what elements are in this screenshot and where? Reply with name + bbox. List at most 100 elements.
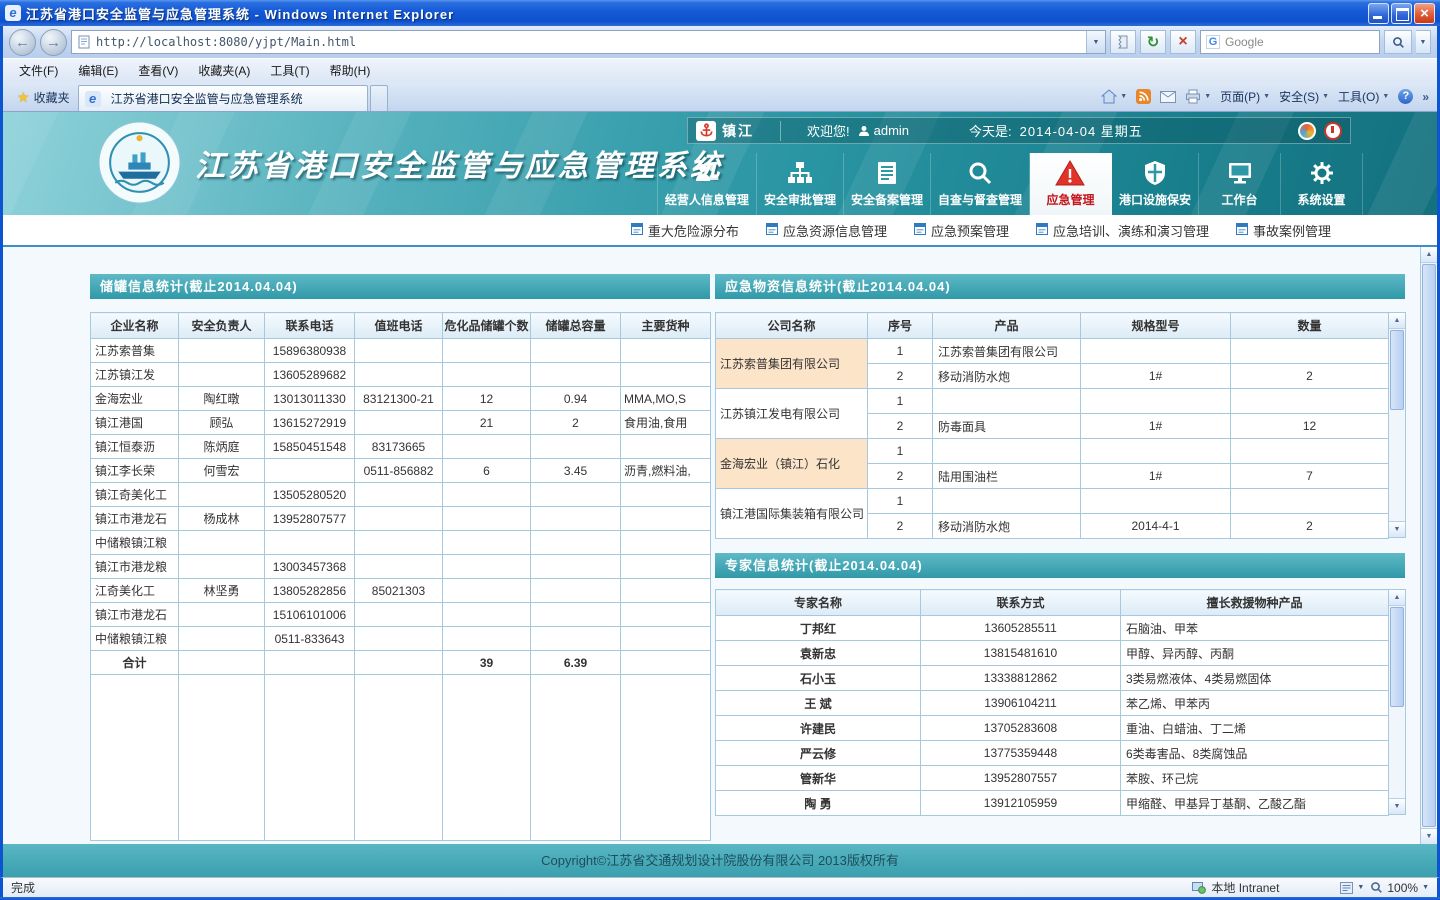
column-header: 擅长救援物种产品 [1121,590,1389,616]
shield-icon [1143,159,1167,186]
table-row: 镇江市港龙粮13003457368 [91,555,711,579]
subnav-item[interactable]: 重大危险源分布 [631,221,739,240]
tools-menu-button[interactable]: 工具(O)▼ [1338,88,1389,105]
subnav-item[interactable]: 应急培训、演练和演习管理 [1036,221,1209,240]
page-options[interactable]: ▼ [1340,882,1364,894]
column-header: 序号 [868,313,933,339]
scroll-down-button[interactable]: ▼ [1389,798,1405,814]
help-button[interactable]: ? [1398,89,1413,104]
maximize-button[interactable] [1391,3,1412,24]
cell: 13906104211 [921,691,1121,716]
cell: 许建民 [716,716,921,741]
nav-item[interactable]: 自查与督查管理 [931,153,1030,215]
table-row: 袁新忠13815481610甲醇、异丙醇、丙酮 [716,641,1389,666]
today-label: 今天是: [969,121,1012,140]
scrollbar-thumb[interactable] [1422,264,1436,827]
experts-table: 专家名称联系方式擅长救援物种产品丁邦红13605285511石脑油、甲苯袁新忠1… [715,589,1389,816]
subnav-item[interactable]: 应急预案管理 [914,221,1009,240]
cell: 王 斌 [716,691,921,716]
experts-scrollbar[interactable]: ▲ ▼ [1389,589,1406,815]
page-tab[interactable]: e 江苏省港口安全监管与应急管理系统 [78,85,368,111]
cell [443,483,531,507]
warning-icon [1055,159,1085,186]
subnav-item[interactable]: 应急资源信息管理 [766,221,887,240]
scroll-up-button[interactable]: ▲ [1421,247,1437,263]
status-bar: 完成 本地 Intranet ▼ 100% ▼ [0,877,1440,897]
search-input[interactable]: Google [1225,35,1374,49]
monitor-icon [1227,159,1253,186]
address-bar-row: ← → http://localhost:8080/yjpt/Main.html… [3,26,1437,58]
cell [265,651,355,675]
address-dropdown-button[interactable]: ▼ [1086,31,1105,53]
menu-item[interactable]: 工具(T) [260,59,319,83]
nav-item[interactable]: 工作台 [1199,153,1281,215]
home-shortcut-icon[interactable] [1298,122,1316,140]
nav-item[interactable]: 安全审批管理 [757,153,844,215]
page-menu-button[interactable]: 页面(P)▼ [1220,88,1270,105]
cell [179,651,265,675]
favorites-button[interactable]: ★ 收藏夹 [9,85,78,109]
search-box[interactable]: G Google [1200,30,1380,54]
search-dropdown-button[interactable]: ▼ [1416,30,1431,54]
column-header: 储罐总容量 [531,313,621,339]
safety-menu-button[interactable]: 安全(S)▼ [1279,88,1329,105]
table-row: 许建民13705283608重油、白蜡油、丁二烯 [716,716,1389,741]
status-text: 完成 [11,879,1186,896]
scroll-down-button[interactable]: ▼ [1389,521,1405,537]
print-button[interactable]: ▼ [1185,89,1211,104]
cell: 防毒面具 [933,414,1081,439]
cell: 0511-833643 [265,627,355,651]
cell: 6.39 [531,651,621,675]
main-scrollbar[interactable]: ▲ ▼ [1420,247,1437,844]
zoom-level: 100% [1387,881,1418,895]
cell [1231,489,1389,514]
minimize-button[interactable] [1368,3,1389,24]
cell [621,675,711,841]
cell: 石小玉 [716,666,921,691]
nav-item[interactable]: 经营人信息管理 [657,153,757,215]
cell: 13338812862 [921,666,1121,691]
close-button[interactable] [1414,3,1435,24]
address-bar[interactable]: http://localhost:8080/yjpt/Main.html ▼ [71,30,1106,54]
zoom-control[interactable]: 100% ▼ [1370,881,1429,895]
menu-item[interactable]: 文件(F) [9,59,68,83]
scrollbar-thumb[interactable] [1390,607,1404,707]
window-icon [914,223,926,238]
city-label: 镇江 [722,121,781,141]
search-button[interactable] [1384,30,1412,54]
tab-favicon: e [85,91,101,107]
stop-button[interactable]: × [1170,30,1196,54]
cell [179,363,265,387]
supplies-scrollbar[interactable]: ▲ ▼ [1389,312,1406,538]
home-button[interactable]: ▼ [1101,89,1127,104]
mail-button[interactable] [1160,91,1176,103]
scroll-up-button[interactable]: ▲ [1389,590,1405,606]
cell: 13815481610 [921,641,1121,666]
scroll-down-button[interactable]: ▼ [1421,828,1437,844]
column-header: 联系方式 [921,590,1121,616]
scroll-up-button[interactable]: ▲ [1389,313,1405,329]
subnav-item[interactable]: 事故案例管理 [1236,221,1331,240]
nav-item[interactable]: 港口设施保安 [1112,153,1199,215]
scrollbar-thumb[interactable] [1390,330,1404,410]
column-header: 危化品储罐个数 [443,313,531,339]
rss-button[interactable] [1136,89,1151,104]
menu-item[interactable]: 收藏夹(A) [188,59,260,83]
cell [443,555,531,579]
cell: 13003457368 [265,555,355,579]
menu-item[interactable]: 帮助(H) [320,59,381,83]
nav-item[interactable]: 安全备案管理 [844,153,931,215]
nav-item[interactable]: 应急管理 [1030,153,1112,215]
nav-item[interactable]: 系统设置 [1281,153,1363,215]
refresh-button[interactable]: ↻ [1140,30,1166,54]
forward-button[interactable]: → [40,29,67,56]
back-button[interactable]: ← [9,29,36,56]
new-tab-button[interactable] [370,85,388,111]
menu-item[interactable]: 查看(V) [128,59,188,83]
menu-item[interactable]: 编辑(E) [68,59,128,83]
logout-icon[interactable] [1324,122,1342,140]
subnav-item-label: 应急培训、演练和演习管理 [1053,221,1209,240]
nav-item-label: 安全审批管理 [764,191,836,208]
toolbar-overflow-button[interactable]: » [1422,90,1429,104]
compatibility-view-button[interactable] [1110,30,1136,54]
